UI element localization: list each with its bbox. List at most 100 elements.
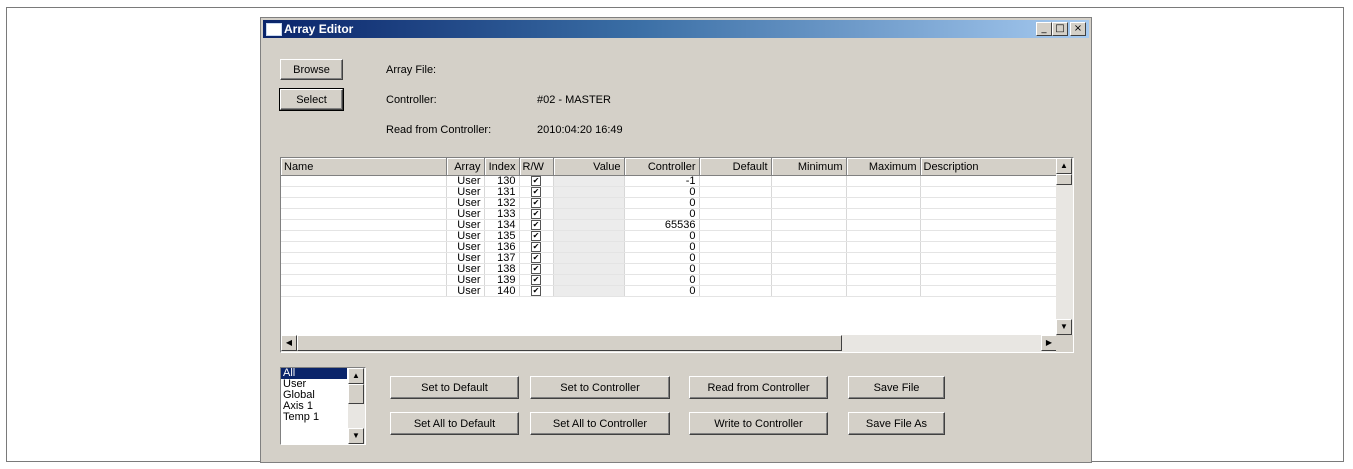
cell-index[interactable]: 132 <box>484 197 520 209</box>
cell-controller[interactable]: 0 <box>624 263 700 275</box>
cell-controller[interactable]: 0 <box>624 186 700 198</box>
cell-default[interactable] <box>699 219 772 231</box>
set-to-default-button[interactable]: Set to Default <box>390 376 519 399</box>
cell-value[interactable] <box>553 274 625 286</box>
checkbox-checked-icon[interactable]: ✔ <box>531 253 541 263</box>
cell-description[interactable] <box>920 197 1058 209</box>
cell-maximum[interactable] <box>846 274 921 286</box>
cell-name[interactable] <box>281 175 447 187</box>
table-row[interactable]: User 137 ✔ 0 <box>281 252 1058 264</box>
column-header-description[interactable]: Description <box>920 158 1058 176</box>
cell-array[interactable]: User <box>446 274 485 286</box>
cell-minimum[interactable] <box>771 186 847 198</box>
cell-maximum[interactable] <box>846 208 921 220</box>
cell-array[interactable]: User <box>446 186 485 198</box>
checkbox-checked-icon[interactable]: ✔ <box>531 231 541 241</box>
table-row[interactable]: User 138 ✔ 0 <box>281 263 1058 275</box>
cell-array[interactable]: User <box>446 241 485 253</box>
cell-name[interactable] <box>281 219 447 231</box>
scroll-up-icon[interactable]: ▲ <box>1056 158 1072 174</box>
rw-checkbox-cell[interactable]: ✔ <box>519 230 554 242</box>
cell-controller[interactable]: 0 <box>624 208 700 220</box>
cell-name[interactable] <box>281 285 447 297</box>
cell-maximum[interactable] <box>846 230 921 242</box>
cell-default[interactable] <box>699 274 772 286</box>
rw-checkbox-cell[interactable]: ✔ <box>519 241 554 253</box>
table-row[interactable]: User 136 ✔ 0 <box>281 241 1058 253</box>
cell-description[interactable] <box>920 252 1058 264</box>
cell-default[interactable] <box>699 230 772 242</box>
cell-description[interactable] <box>920 241 1058 253</box>
cell-value[interactable] <box>553 263 625 275</box>
cell-value[interactable] <box>553 186 625 198</box>
set-to-controller-button[interactable]: Set to Controller <box>530 376 670 399</box>
cell-default[interactable] <box>699 208 772 220</box>
cell-default[interactable] <box>699 186 772 198</box>
checkbox-checked-icon[interactable]: ✔ <box>531 187 541 197</box>
set-all-to-default-button[interactable]: Set All to Default <box>390 412 519 435</box>
rw-checkbox-cell[interactable]: ✔ <box>519 208 554 220</box>
cell-name[interactable] <box>281 230 447 242</box>
cell-maximum[interactable] <box>846 241 921 253</box>
cell-minimum[interactable] <box>771 219 847 231</box>
table-row[interactable]: User 139 ✔ 0 <box>281 274 1058 286</box>
checkbox-checked-icon[interactable]: ✔ <box>531 176 541 186</box>
cell-value[interactable] <box>553 197 625 209</box>
rw-checkbox-cell[interactable]: ✔ <box>519 175 554 187</box>
cell-maximum[interactable] <box>846 263 921 275</box>
table-row[interactable]: User 135 ✔ 0 <box>281 230 1058 242</box>
checkbox-checked-icon[interactable]: ✔ <box>531 264 541 274</box>
cell-array[interactable]: User <box>446 230 485 242</box>
maximize-button[interactable]: □ <box>1052 22 1068 36</box>
cell-controller[interactable]: -1 <box>624 175 700 187</box>
cell-default[interactable] <box>699 197 772 209</box>
cell-controller[interactable]: 0 <box>624 230 700 242</box>
cell-description[interactable] <box>920 219 1058 231</box>
cell-minimum[interactable] <box>771 252 847 264</box>
checkbox-checked-icon[interactable]: ✔ <box>531 209 541 219</box>
save-file-as-button[interactable]: Save File As <box>848 412 945 435</box>
cell-index[interactable]: 134 <box>484 219 520 231</box>
cell-index[interactable]: 139 <box>484 274 520 286</box>
cell-description[interactable] <box>920 285 1058 297</box>
column-header-rw[interactable]: R/W <box>519 158 554 176</box>
table-row[interactable]: User 133 ✔ 0 <box>281 208 1058 220</box>
cell-minimum[interactable] <box>771 208 847 220</box>
column-header-name[interactable]: Name <box>281 158 447 176</box>
cell-description[interactable] <box>920 230 1058 242</box>
rw-checkbox-cell[interactable]: ✔ <box>519 219 554 231</box>
cell-name[interactable] <box>281 186 447 198</box>
filter-list-scrollbar[interactable]: ▲ ▼ <box>348 368 365 444</box>
cell-controller[interactable]: 65536 <box>624 219 700 231</box>
horizontal-scroll-thumb[interactable] <box>297 335 842 351</box>
cell-name[interactable] <box>281 263 447 275</box>
cell-name[interactable] <box>281 197 447 209</box>
cell-description[interactable] <box>920 263 1058 275</box>
title-bar[interactable]: Array Editor _ □ × <box>263 20 1089 38</box>
cell-index[interactable]: 130 <box>484 175 520 187</box>
table-row[interactable]: User 134 ✔ 65536 <box>281 219 1058 231</box>
cell-name[interactable] <box>281 241 447 253</box>
rw-checkbox-cell[interactable]: ✔ <box>519 197 554 209</box>
grid-horizontal-scrollbar[interactable]: ◀ ▶ <box>281 335 1057 352</box>
column-header-controller[interactable]: Controller <box>624 158 700 176</box>
cell-controller[interactable]: 0 <box>624 285 700 297</box>
cell-minimum[interactable] <box>771 285 847 297</box>
cell-maximum[interactable] <box>846 186 921 198</box>
grid-vertical-scrollbar[interactable]: ▲ ▼ <box>1056 158 1073 335</box>
checkbox-checked-icon[interactable]: ✔ <box>531 220 541 230</box>
cell-array[interactable]: User <box>446 175 485 187</box>
cell-minimum[interactable] <box>771 175 847 187</box>
cell-description[interactable] <box>920 186 1058 198</box>
cell-array[interactable]: User <box>446 219 485 231</box>
save-file-button[interactable]: Save File <box>848 376 945 399</box>
cell-maximum[interactable] <box>846 219 921 231</box>
cell-value[interactable] <box>553 175 625 187</box>
cell-array[interactable]: User <box>446 263 485 275</box>
cell-index[interactable]: 138 <box>484 263 520 275</box>
cell-array[interactable]: User <box>446 197 485 209</box>
cell-default[interactable] <box>699 241 772 253</box>
scroll-left-icon[interactable]: ◀ <box>281 335 297 351</box>
cell-value[interactable] <box>553 285 625 297</box>
column-header-array[interactable]: Array <box>446 158 485 176</box>
